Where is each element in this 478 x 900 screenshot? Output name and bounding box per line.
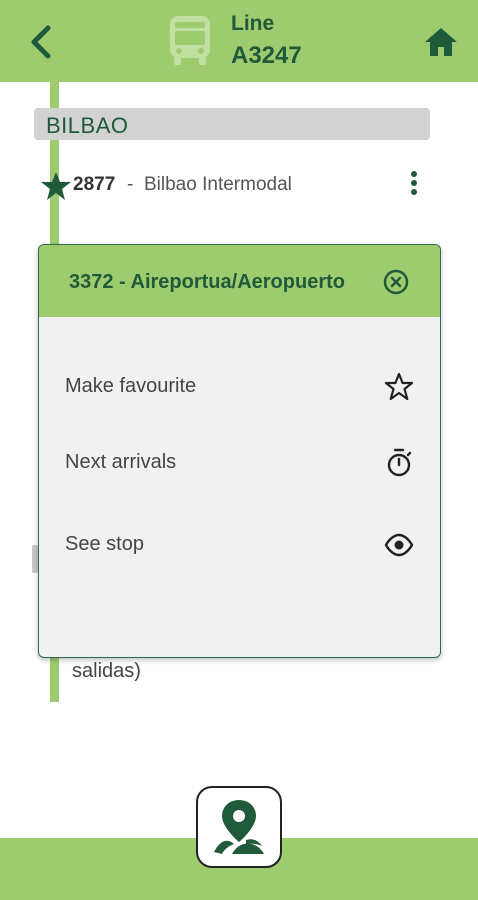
menu-item-label: See stop (65, 533, 144, 555)
dialog-header: 3372 - Aireportua/Aeropuerto (39, 245, 440, 317)
next-arrivals-item[interactable]: Next arrivals (39, 435, 440, 491)
see-stop-item[interactable]: See stop (39, 517, 440, 573)
home-icon (425, 28, 457, 56)
close-button[interactable] (383, 269, 409, 295)
close-circle-icon (383, 269, 409, 295)
menu-item-label: Next arrivals (65, 451, 177, 473)
map-pin-icon (214, 800, 264, 854)
more-options-button[interactable] (402, 168, 426, 200)
section-header: BILBAO (34, 108, 430, 140)
star-filled-icon (41, 172, 71, 200)
chevron-left-icon (31, 25, 51, 59)
app-header: Line A3247 (0, 0, 478, 82)
stopwatch-icon (387, 448, 412, 477)
eye-icon (384, 533, 414, 557)
more-vertical-icon (411, 171, 417, 195)
line-stops-screen: Line A3247 BILBAO 2877 - Bilbao Intermod… (0, 0, 478, 900)
home-button[interactable] (423, 24, 459, 60)
stop-separator: - (127, 174, 134, 195)
back-button[interactable] (24, 22, 60, 62)
star-outline-icon (384, 372, 414, 401)
stop-options-dialog: 3372 - Aireportua/Aeropuerto Make favour… (38, 244, 441, 658)
bus-icon (166, 14, 214, 66)
section-title: BILBAO (46, 113, 129, 138)
make-favourite-item[interactable]: Make favourite (39, 359, 440, 415)
menu-item-label: Make favourite (65, 375, 197, 397)
stop-name: Bilbao Intermodal (144, 174, 292, 195)
partial-stop-text: salidas) (72, 660, 141, 682)
dialog-title: 3372 - Aireportua/Aeropuerto (69, 271, 345, 293)
stop-row[interactable]: 2877 - Bilbao Intermodal (36, 164, 436, 206)
line-label: Line (231, 12, 275, 35)
line-code: A3247 (231, 42, 302, 69)
stop-code: 2877 (73, 174, 116, 195)
map-button[interactable] (196, 786, 282, 868)
